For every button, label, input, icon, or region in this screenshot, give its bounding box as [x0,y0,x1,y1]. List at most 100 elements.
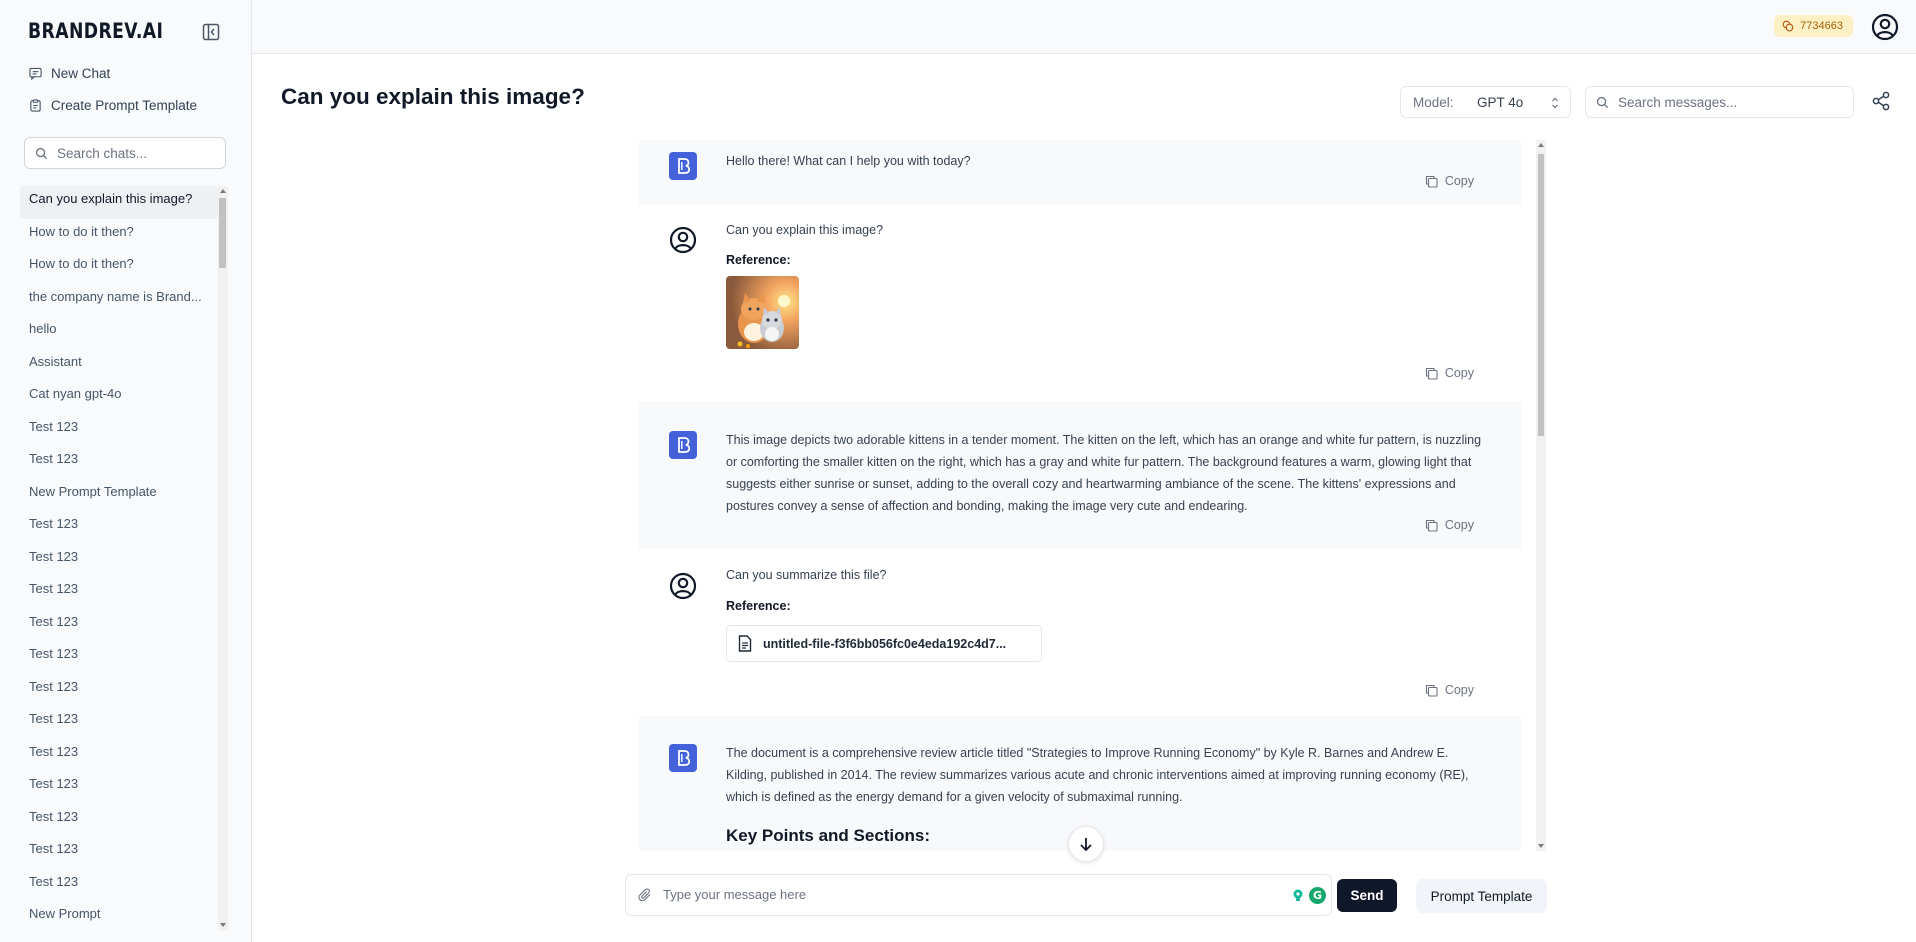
copy-button[interactable]: Copy [1425,518,1474,532]
attached-file[interactable]: untitled-file-f3f6bb056fc0e4eda192c4d7..… [726,625,1042,662]
grammarly-icon[interactable]: G [1309,887,1326,904]
search-icon [35,147,48,159]
copy-icon [1425,684,1438,697]
file-icon [738,635,752,652]
chat-history-item[interactable]: the company name is Brand... [20,284,218,317]
user-account-icon[interactable] [1871,13,1899,41]
scroll-to-bottom-button[interactable] [1068,826,1104,862]
create-prompt-template-button[interactable]: Create Prompt Template [29,94,197,116]
scrollbar-thumb[interactable] [1538,154,1544,436]
copy-icon [1425,519,1438,532]
message-text: Hello there! What can I help you with to… [726,154,971,168]
copy-button[interactable]: Copy [1425,174,1474,188]
chat-history-item[interactable]: Test 123 [20,641,218,674]
chat-history-item[interactable]: Test 123 [20,771,218,804]
coins-icon [1782,20,1794,32]
chat-search [24,137,226,169]
chat-history-item[interactable]: New Prompt Template [20,479,218,512]
collapse-sidebar-icon[interactable] [201,22,221,42]
reference-label: Reference: [726,599,791,613]
send-button[interactable]: Send [1337,879,1397,912]
message-text: Can you summarize this file? [726,568,887,582]
page-title: Can you explain this image? [281,84,585,109]
prompt-template-button[interactable]: Prompt Template [1416,879,1547,913]
chat-history-item[interactable]: Cat nyan gpt-4o [20,381,218,414]
share-icon[interactable] [1870,90,1892,112]
scroll-up-arrow-icon[interactable] [220,189,226,193]
new-chat-label: New Chat [51,65,111,81]
user-message: Can you summarize this file? Reference: … [639,549,1521,716]
arrow-down-icon [1080,838,1092,852]
chat-history-item[interactable]: How to do it then? [20,219,218,252]
file-name: untitled-file-f3f6bb056fc0e4eda192c4d7..… [763,636,1007,651]
user-avatar-icon [669,226,697,254]
chat-search-input[interactable] [57,145,217,161]
chat-history-item[interactable]: Test 123 [20,414,218,447]
create-prompt-template-label: Create Prompt Template [51,97,198,113]
model-value: GPT 4o [1477,94,1524,110]
chat-scrollbar[interactable] [1536,140,1546,851]
scroll-down-arrow-icon[interactable] [220,923,226,927]
credits-value: 7734663 [1800,20,1843,32]
scrollbar-track [218,186,228,930]
scroll-up-arrow-icon[interactable] [1538,143,1544,147]
message-input[interactable] [663,887,1263,902]
copy-label: Copy [1444,683,1474,697]
model-label: Model: [1413,94,1454,110]
chevron-up-down-icon [1552,97,1558,109]
message-text: Can you explain this image? [726,223,884,237]
credits-badge: 7734663 [1774,15,1853,37]
brandrev-bot-icon [669,431,697,459]
copy-icon [1425,175,1438,188]
copy-button[interactable]: Copy [1425,683,1474,697]
sidebar: BRANDREV.AI New Chat Create Prompt Templ… [0,0,252,942]
search-icon [1596,96,1609,108]
chat-history-item[interactable]: New Prompt [20,901,218,930]
message-search-input[interactable] [1618,94,1838,110]
brandrev-bot-icon [669,744,697,772]
assistant-message: Hello there! What can I help you with to… [639,140,1521,205]
chat-history-item[interactable]: Test 123 [20,511,218,544]
message-text: This image depicts two adorable kittens … [726,433,1482,513]
chat-history-item[interactable]: Test 123 [20,609,218,642]
chat-history-item[interactable]: Test 123 [20,739,218,772]
chat-history-item[interactable]: Can you explain this image? [20,186,218,219]
new-chat-button[interactable]: New Chat [29,62,110,84]
section-heading: Key Points and Sections: [726,826,931,845]
model-select[interactable]: Model: GPT 4o [1400,86,1571,118]
reference-label: Reference: [726,253,791,267]
copy-label: Copy [1444,366,1474,380]
attached-image[interactable] [726,276,799,349]
message-search [1585,86,1854,118]
scroll-down-arrow-icon[interactable] [1538,844,1544,848]
copy-label: Copy [1444,174,1474,188]
chat-history-list: Can you explain this image? How to do it… [20,186,218,930]
clipboard-icon [30,98,41,112]
chat-history-item[interactable]: Test 123 [20,576,218,609]
scrollbar-thumb[interactable] [219,198,226,268]
chat-history-item[interactable]: Test 123 [20,836,218,869]
copy-icon [1425,367,1438,380]
brandrev-bot-icon [669,152,697,180]
sidebar-scrollbar[interactable] [218,186,228,930]
copy-button[interactable]: Copy [1425,366,1474,380]
chat-history-item[interactable]: Test 123 [20,544,218,577]
chat-history-item[interactable]: Test 123 [20,804,218,837]
chat-history-item[interactable]: How to do it then? [20,251,218,284]
assistant-message: This image depicts two adorable kittens … [639,401,1521,549]
chat-history-item[interactable]: Test 123 [20,706,218,739]
copy-label: Copy [1444,518,1474,532]
chat-history-item[interactable]: Test 123 [20,869,218,902]
message-composer: G [625,874,1332,916]
chat-history-item[interactable]: Assistant [20,349,218,382]
new-chat-icon [29,67,42,80]
user-message: Can you explain this image? Reference: C… [639,205,1521,401]
chat-history-item[interactable]: Test 123 [20,674,218,707]
chat-messages: Hello there! What can I help you with to… [639,140,1521,851]
brand-logo[interactable]: BRANDREV.AI [28,19,163,43]
lightbulb-icon[interactable] [1291,888,1305,902]
chat-history-item[interactable]: hello [20,316,218,349]
chat-history-item[interactable]: Test 123 [20,446,218,479]
paperclip-icon[interactable] [638,888,652,902]
user-avatar-icon [669,572,697,600]
